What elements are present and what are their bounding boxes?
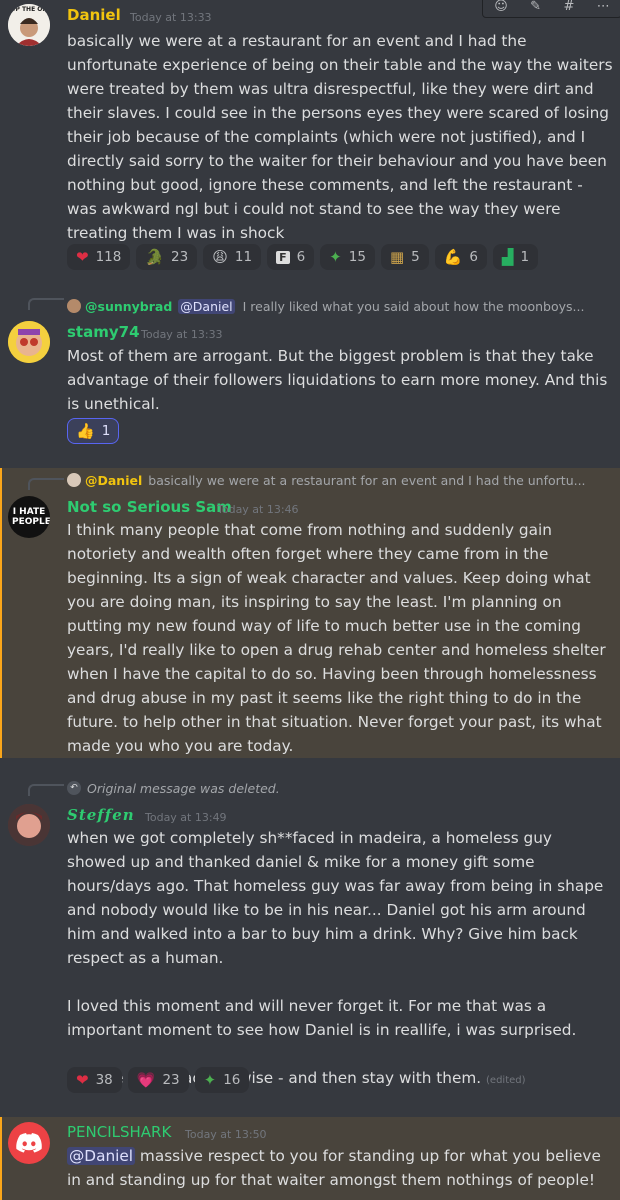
avatar-caption: UP THE ON: [10, 6, 48, 13]
reaction-muscle[interactable]: 💪 6: [434, 244, 487, 270]
reaction-heart[interactable]: ❤ 118: [67, 244, 131, 270]
avatar[interactable]: [8, 321, 50, 363]
timestamp: Today at 13:50: [185, 1128, 267, 1141]
message-toolbar: ☺ ✎ # ⋯: [482, 0, 620, 18]
reply-arrow-icon: ↶: [67, 781, 81, 795]
avatar[interactable]: [8, 1122, 50, 1164]
reaction-f[interactable]: F6: [267, 244, 315, 270]
user-avatar-icon: [8, 804, 50, 846]
mention[interactable]: @Daniel: [67, 1147, 136, 1165]
reaction-chart[interactable]: ▟ 1: [493, 244, 539, 270]
reaction-heart[interactable]: ❤ 38: [67, 1067, 122, 1093]
reaction-bar: ❤ 38 💗 23 ✦ 16: [67, 1067, 250, 1093]
avatar[interactable]: UP THE ON: [8, 4, 50, 46]
message-stamy74: @sunnybrad @Daniel I really liked what y…: [0, 288, 620, 458]
avatar[interactable]: I HATE PEOPLE: [8, 496, 50, 538]
message-not-so-serious-sam: @Daniel basically we were at a restauran…: [0, 468, 620, 758]
message-text: I think many people that come from nothi…: [67, 521, 606, 755]
reply-preview[interactable]: @sunnybrad @Daniel I really liked what y…: [67, 297, 584, 315]
message-text: @Daniel massive respect to you for stand…: [67, 1147, 601, 1189]
reply-text: I really liked what you said about how t…: [242, 298, 585, 314]
timestamp: Today at 13:49: [145, 811, 227, 824]
more-icon[interactable]: ⋯: [597, 0, 610, 14]
timestamp: Today at 13:33: [141, 328, 223, 341]
message-steffen: ↶ Original message was deleted. Steffen …: [0, 770, 620, 1104]
reply-author[interactable]: @sunnybrad: [85, 299, 172, 314]
reply-avatar: [67, 473, 81, 487]
username[interactable]: Steffen: [67, 806, 135, 824]
timestamp: Today at 13:33: [130, 11, 212, 24]
reply-preview: ↶ Original message was deleted.: [67, 779, 280, 797]
avatar-caption: I HATE PEOPLE: [12, 507, 50, 527]
reply-preview[interactable]: @Daniel basically we were at a restauran…: [67, 471, 586, 489]
add-thread-icon[interactable]: #: [563, 0, 574, 14]
message-text: when we got completely sh**faced in made…: [67, 829, 604, 1087]
reaction-crocodile[interactable]: 🐊 23: [136, 244, 198, 270]
emoji-reaction-icon[interactable]: ☺: [494, 0, 508, 14]
timestamp: Today at 13:46: [217, 503, 299, 516]
reaction-bar: 👍 1: [67, 418, 120, 444]
edited-marker: (edited): [486, 1075, 526, 1086]
username[interactable]: Not so Serious Sam: [67, 498, 232, 516]
reaction-weary[interactable]: 😩 11: [203, 244, 262, 270]
avatar[interactable]: [8, 804, 50, 846]
reply-mention[interactable]: @Daniel: [178, 298, 235, 314]
reaction-bar: ❤ 118 🐊 23 😩 11 F6 ✦ 15 ▦ 5 💪 6 ▟ 1: [67, 244, 539, 270]
message-text: basically we were at a restaurant for an…: [67, 32, 613, 242]
message-pencilshark: PENCILSHARK Today at 13:50 @Daniel massi…: [0, 1117, 620, 1200]
username[interactable]: Daniel: [67, 6, 121, 24]
reaction-thumbs-up[interactable]: 👍 1: [67, 418, 120, 444]
reaction-sparkle[interactable]: ✦ 16: [194, 1067, 250, 1093]
discord-logo-icon: [16, 1133, 42, 1153]
edit-icon[interactable]: ✎: [530, 0, 541, 14]
username[interactable]: PENCILSHARK: [67, 1123, 171, 1141]
message-daniel: UP THE ON Daniel Today at 13:33 ☺ ✎ # ⋯ …: [0, 0, 620, 280]
reply-connector: [28, 478, 64, 490]
message-text: Most of them are arrogant. But the bigge…: [67, 347, 608, 413]
reply-author[interactable]: @Daniel: [85, 473, 142, 488]
username[interactable]: stamy74: [67, 323, 140, 341]
reaction-sparkling-heart[interactable]: 💗 23: [127, 1067, 189, 1093]
reaction-sparkle[interactable]: ✦ 15: [320, 244, 375, 270]
reaction-image[interactable]: ▦ 5: [380, 244, 429, 270]
user-avatar-icon: [8, 321, 50, 363]
reply-connector: [28, 784, 64, 796]
reply-connector: [28, 298, 64, 310]
reply-text: basically we were at a restaurant for an…: [148, 472, 586, 488]
reply-avatar: [67, 299, 81, 313]
reply-deleted-text: Original message was deleted.: [87, 780, 280, 796]
